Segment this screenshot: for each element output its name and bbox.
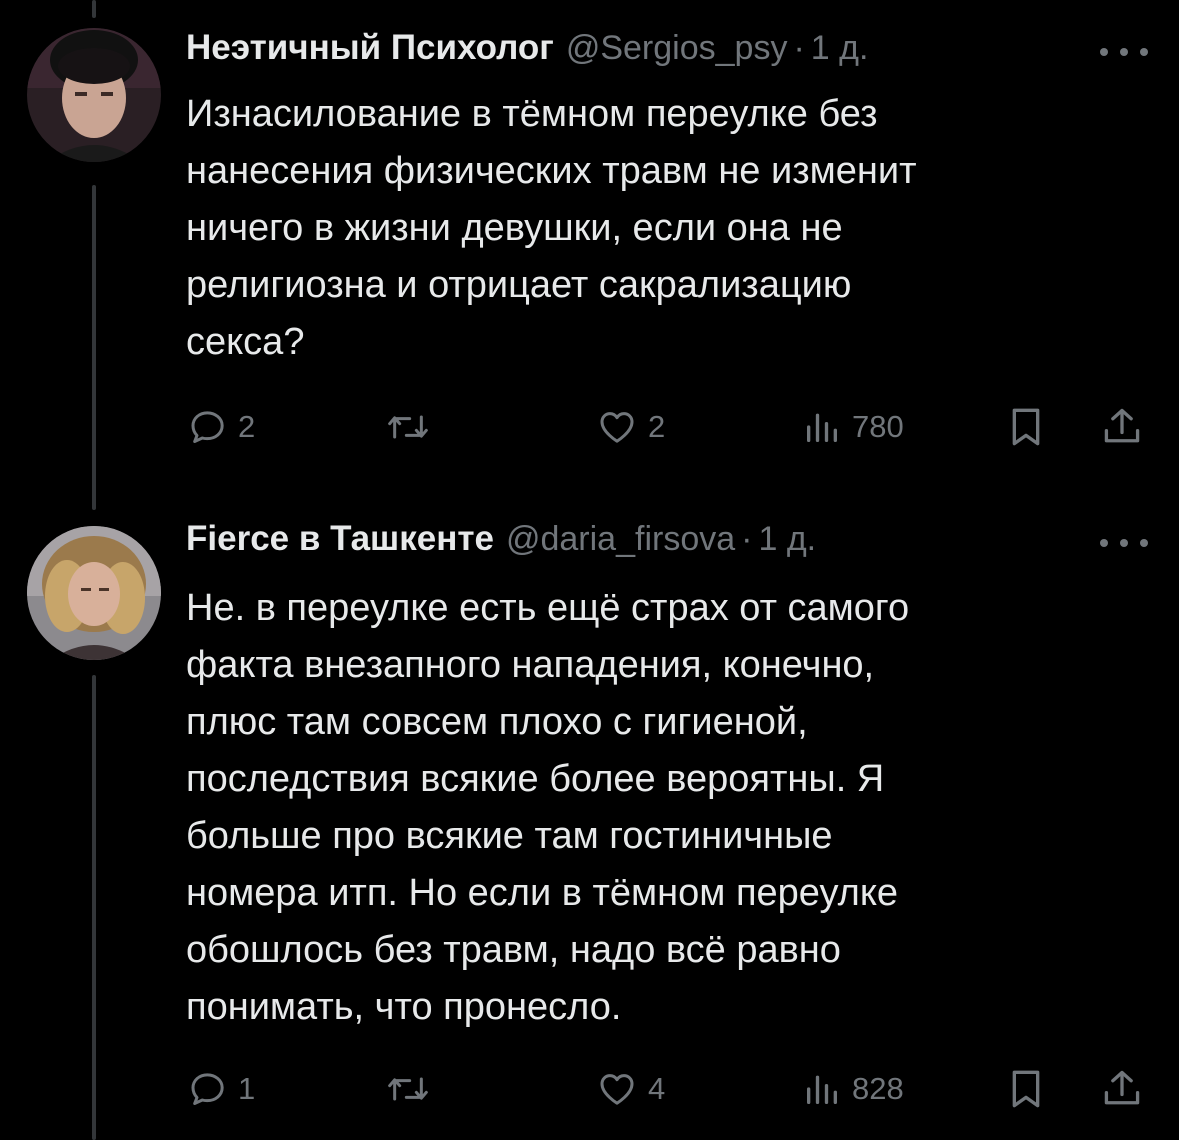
like-icon: [600, 412, 634, 443]
like-count: 2: [648, 409, 666, 444]
tweet-text-line: факта внезапного нападения, конечно,: [186, 644, 875, 686]
views-icon: [807, 413, 837, 442]
views-count: 780: [852, 409, 904, 444]
tweet-text-line: понимать, что пронесло.: [186, 986, 622, 1028]
thread-line-top: [92, 0, 96, 18]
tweet-text-line: секса?: [186, 321, 305, 363]
tweet-text-line: религиозна и отрицает сакрализацию: [186, 264, 852, 306]
like-button[interactable]: 2: [596, 402, 665, 452]
timestamp[interactable]: 1 д.: [811, 29, 869, 68]
more-options-icon[interactable]: [1100, 533, 1148, 553]
tweet-text-line: обошлось без травм, надо всё равно: [186, 929, 841, 971]
tweet-text: Изнасилование в тёмном переулке без нане…: [186, 86, 1086, 371]
share-icon: [1104, 408, 1140, 443]
share-button[interactable]: [1100, 1064, 1144, 1114]
views-button[interactable]: 780: [802, 402, 904, 452]
like-count: 4: [648, 1071, 666, 1106]
tweet-text-line: плюс там совсем плохо с гигиеной,: [186, 701, 808, 743]
bookmark-icon: [1012, 1070, 1040, 1108]
reply-icon: [191, 411, 224, 443]
tweet-text-line: Изнасилование в тёмном переулке без: [186, 93, 878, 135]
share-button[interactable]: [1100, 402, 1144, 452]
reply-button[interactable]: 1: [188, 1064, 255, 1114]
retweet-icon: [388, 1077, 428, 1101]
handle[interactable]: @daria_firsova: [506, 520, 735, 559]
like-icon: [600, 1074, 634, 1105]
bookmark-icon: [1012, 408, 1040, 446]
retweet-button[interactable]: [386, 402, 430, 452]
reply-count: 1: [238, 1071, 256, 1106]
timestamp[interactable]: 1 д.: [758, 520, 816, 559]
bookmark-button[interactable]: [1006, 1064, 1046, 1114]
avatar[interactable]: [27, 526, 161, 660]
handle[interactable]: @Sergios_psy: [566, 29, 788, 68]
views-icon: [807, 1075, 837, 1104]
retweet-button[interactable]: [386, 1064, 430, 1114]
views-count: 828: [852, 1071, 904, 1106]
reply-button[interactable]: 2: [188, 402, 255, 452]
reply-icon: [191, 1073, 224, 1105]
retweet-icon: [388, 415, 428, 439]
more-options-icon[interactable]: [1100, 42, 1148, 62]
display-name[interactable]: Неэтичный Психолог: [186, 28, 554, 68]
reply-count: 2: [238, 409, 256, 444]
bookmark-button[interactable]: [1006, 402, 1046, 452]
action-bar: 1 4 828: [0, 1064, 1179, 1114]
tweet-text-line: ничего в жизни девушки, если она не: [186, 207, 843, 249]
tweet-text-line: номера итп. Но если в тёмном переулке: [186, 872, 899, 914]
share-icon: [1104, 1070, 1140, 1105]
action-bar: 2 2 780: [0, 402, 1179, 452]
tweet-text-line: нанесения физических травм не изменит: [186, 150, 917, 192]
tweet-text-line: больше про всякие там гостиничные: [186, 815, 833, 857]
like-button[interactable]: 4: [596, 1064, 665, 1114]
tweet-text: Не. в переулке есть ещё страх от самого …: [186, 580, 1086, 1036]
tweet-text-line: последствия всякие более вероятны. Я: [186, 758, 885, 800]
tweet[interactable]: Неэтичный Психолог @Sergios_psy · 1 д. И…: [0, 28, 1179, 468]
views-button[interactable]: 828: [802, 1064, 904, 1114]
separator-dot: ·: [741, 520, 753, 558]
display-name[interactable]: Fierce в Ташкенте: [186, 519, 494, 559]
avatar[interactable]: [27, 28, 161, 162]
tweet[interactable]: Fierce в Ташкенте @daria_firsova · 1 д. …: [0, 519, 1179, 1134]
tweet-text-line: Не. в переулке есть ещё страх от самого: [186, 587, 910, 629]
separator-dot: ·: [793, 29, 805, 67]
